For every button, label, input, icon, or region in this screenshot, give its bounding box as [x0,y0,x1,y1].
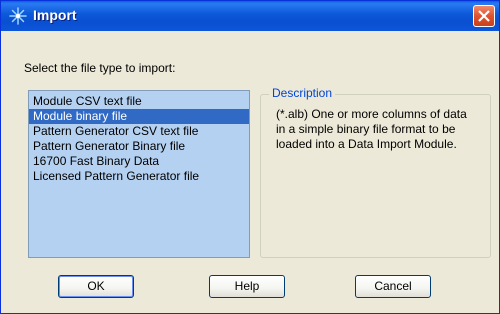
title-bar[interactable]: Import [1,1,499,31]
help-button[interactable]: Help [209,275,285,298]
cancel-button[interactable]: Cancel [355,275,431,298]
list-item-pattern-csv[interactable]: Pattern Generator CSV text file [29,124,249,139]
list-item-pattern-binary[interactable]: Pattern Generator Binary file [29,139,249,154]
window-title: Import [33,7,77,23]
ok-button[interactable]: OK [58,275,134,298]
close-icon [478,10,490,22]
sparkle-icon [9,7,27,25]
close-button[interactable] [473,5,495,27]
file-type-list[interactable]: Module CSV text file Module binary file … [28,90,250,258]
prompt-label: Select the file type to import: [24,61,176,75]
description-title: Description [269,86,336,100]
description-text: (*.alb) One or more columns of data in a… [276,107,467,151]
list-item-licensed-pattern[interactable]: Licensed Pattern Generator file [29,169,249,184]
list-item-module-binary[interactable]: Module binary file [29,109,249,124]
import-dialog: Import Select the file type to import: M… [0,0,500,314]
list-item-module-csv[interactable]: Module CSV text file [29,94,249,109]
list-item-16700-fast-binary[interactable]: 16700 Fast Binary Data [29,154,249,169]
